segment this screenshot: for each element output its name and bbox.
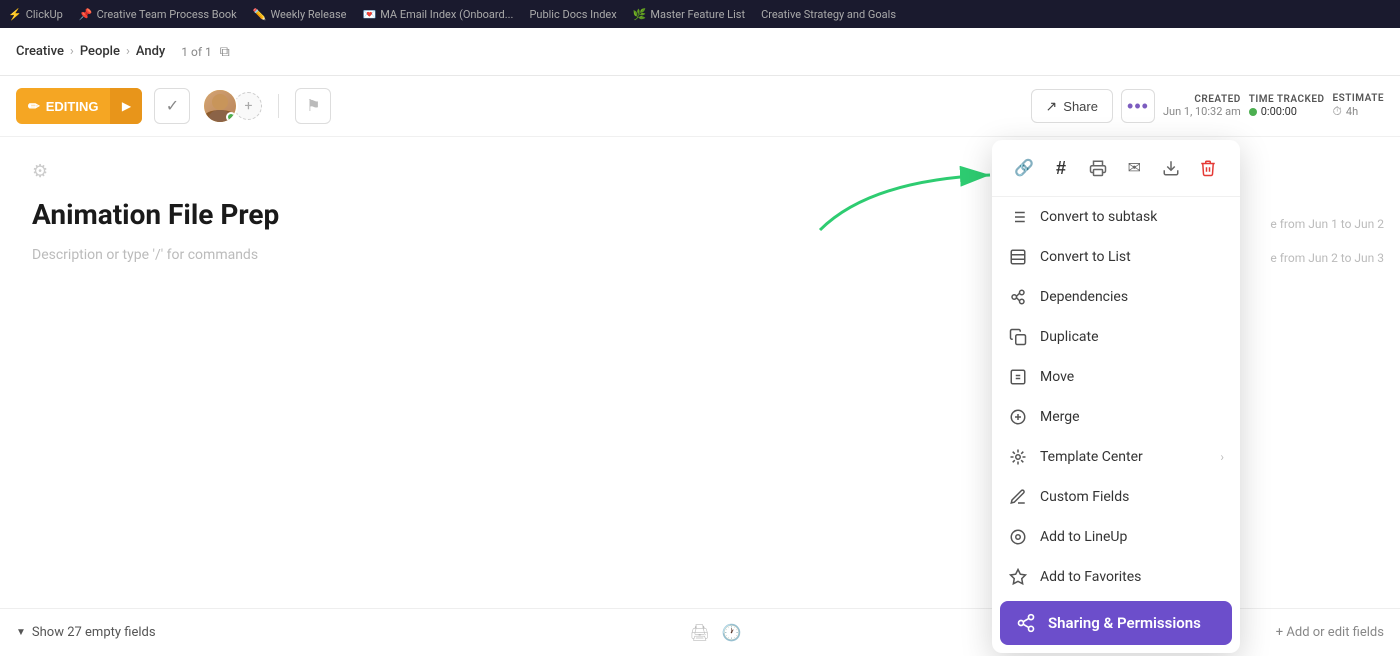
move-item[interactable]: Move	[992, 357, 1240, 397]
toolbar: ✏ EDITING ▶ ✓ + ⚑ ↗	[0, 76, 1400, 137]
dropdown-trash-button[interactable]	[1191, 152, 1224, 184]
dropdown-print-button[interactable]	[1081, 152, 1114, 184]
dropdown-link-button[interactable]: 🔗	[1008, 152, 1041, 184]
dropdown-hash-button[interactable]: #	[1045, 152, 1078, 184]
breadcrumb-separator-2: ›	[126, 44, 130, 59]
tab-ma-email[interactable]: 💌 MA Email Index (Onboard...	[363, 8, 514, 21]
template-center-label: Template Center	[1040, 449, 1208, 465]
avatar[interactable]	[202, 88, 238, 124]
tab-public-docs[interactable]: Public Docs Index	[529, 8, 616, 21]
hint-1: e from Jun 1 to Jun 2	[1270, 217, 1384, 231]
dependencies-item[interactable]: Dependencies	[992, 277, 1240, 317]
share-icon: ↗	[1046, 98, 1058, 115]
estimate-info: ESTIMATE ⏱ 4h	[1333, 93, 1384, 119]
chevron-down-icon: ▼	[16, 627, 26, 638]
dropdown-email-button[interactable]: ✉	[1118, 152, 1151, 184]
move-icon	[1008, 367, 1028, 387]
add-edit-fields-button[interactable]: + Add or edit fields	[1276, 625, 1384, 640]
duplicate-item[interactable]: Duplicate	[992, 317, 1240, 357]
editing-arrow-icon: ▶	[110, 88, 142, 124]
mail-icon: 💌	[363, 8, 377, 21]
template-center-icon	[1008, 447, 1028, 467]
convert-to-subtask-item[interactable]: Convert to subtask	[992, 197, 1240, 237]
subtask-icon	[1008, 207, 1028, 227]
breadcrumb-separator-1: ›	[70, 44, 74, 59]
editing-button[interactable]: ✏ EDITING ▶	[16, 88, 142, 124]
add-to-lineup-label: Add to LineUp	[1040, 529, 1224, 545]
pencil-edit-icon: ✏	[28, 98, 40, 115]
merge-icon	[1008, 407, 1028, 427]
show-empty-fields-button[interactable]: ▼ Show 27 empty fields	[16, 625, 156, 640]
dropdown-icons-row: 🔗 # ✉	[992, 140, 1240, 197]
tab-master-feature[interactable]: 🌿 Master Feature List	[633, 8, 745, 21]
tabs-bar: ⚡ ClickUp 📌 Creative Team Process Book ✏…	[0, 0, 1400, 28]
sharing-permissions-label: Sharing & Permissions	[1048, 614, 1216, 632]
toolbar-right: ↗ Share ••• CREATED Jun 1, 10:32 am TIME…	[1031, 89, 1384, 123]
breadcrumb-creative[interactable]: Creative	[16, 44, 64, 59]
breadcrumb-bar: Creative › People › Andy 1 of 1 ⧉	[0, 28, 1400, 76]
add-to-lineup-icon	[1008, 527, 1028, 547]
add-to-favorites-icon	[1008, 567, 1028, 587]
checkmark-icon: ✓	[166, 96, 179, 116]
breadcrumb: Creative › People › Andy	[16, 44, 165, 59]
custom-fields-item[interactable]: Custom Fields	[992, 477, 1240, 517]
pencil-icon: ✏️	[253, 8, 267, 21]
merge-item[interactable]: Merge	[992, 397, 1240, 437]
add-to-favorites-item[interactable]: Add to Favorites	[992, 557, 1240, 597]
editing-label: ✏ EDITING	[16, 98, 110, 115]
add-to-lineup-item[interactable]: Add to LineUp	[992, 517, 1240, 557]
copy-icon[interactable]: ⧉	[220, 44, 230, 60]
sharing-permissions-icon	[1016, 613, 1036, 633]
history-icon[interactable]: 🕐	[722, 623, 742, 642]
tab-creative-process[interactable]: 📌 Creative Team Process Book	[79, 8, 237, 21]
clickup-logo: ⚡	[8, 8, 22, 21]
convert-to-list-label: Convert to List	[1040, 249, 1224, 265]
dependencies-icon	[1008, 287, 1028, 307]
add-user-button[interactable]: +	[234, 92, 262, 120]
created-info: CREATED Jun 1, 10:32 am	[1163, 94, 1241, 118]
convert-to-subtask-label: Convert to subtask	[1040, 209, 1224, 225]
duplicate-icon	[1008, 327, 1028, 347]
tab-clickup[interactable]: ⚡ ClickUp	[8, 8, 63, 21]
custom-fields-icon	[1008, 487, 1028, 507]
tab-weekly-release[interactable]: ✏️ Weekly Release	[253, 8, 347, 21]
duplicate-label: Duplicate	[1040, 329, 1224, 345]
flag-button[interactable]: ⚑	[295, 88, 331, 124]
template-center-arrow: ›	[1220, 450, 1224, 464]
dropdown-download-button[interactable]	[1155, 152, 1188, 184]
breadcrumb-andy[interactable]: Andy	[136, 44, 165, 59]
check-button[interactable]: ✓	[154, 88, 190, 124]
clock-icon: ⏱	[1333, 104, 1342, 119]
add-to-favorites-label: Add to Favorites	[1040, 569, 1224, 585]
dependencies-label: Dependencies	[1040, 289, 1224, 305]
leaf-icon: 🌿	[633, 8, 647, 21]
pin-icon: 📌	[79, 8, 93, 21]
convert-to-list-item[interactable]: Convert to List	[992, 237, 1240, 277]
right-panel-hints: e from Jun 1 to Jun 2 e from Jun 2 to Ju…	[1270, 217, 1384, 285]
custom-fields-label: Custom Fields	[1040, 489, 1224, 505]
more-options-button[interactable]: •••	[1121, 89, 1155, 123]
sharing-permissions-item[interactable]: Sharing & Permissions	[1000, 601, 1232, 645]
toolbar-separator	[278, 94, 279, 118]
breadcrumb-people[interactable]: People	[80, 44, 120, 59]
breadcrumb-count: 1 of 1	[181, 45, 211, 59]
list-icon	[1008, 247, 1028, 267]
share-button[interactable]: ↗ Share	[1031, 89, 1113, 123]
move-label: Move	[1040, 369, 1224, 385]
print-bottom-icon[interactable]: 🖨	[690, 623, 710, 642]
hint-2: e from Jun 2 to Jun 3	[1270, 251, 1384, 265]
tab-creative-strategy[interactable]: Creative Strategy and Goals	[761, 8, 896, 21]
merge-label: Merge	[1040, 409, 1224, 425]
time-active-dot	[1249, 108, 1257, 116]
flag-icon: ⚑	[306, 96, 320, 116]
dropdown-menu: 🔗 # ✉	[992, 140, 1240, 653]
time-tracked-info: TIME TRACKED 0:00:00	[1249, 94, 1325, 118]
avatar-group: +	[202, 88, 262, 124]
template-center-item[interactable]: Template Center ›	[992, 437, 1240, 477]
